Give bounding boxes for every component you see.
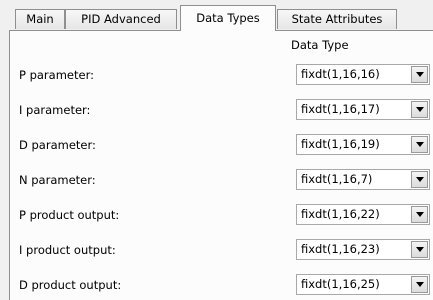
dropdown-value: fixdt(1,16,22) bbox=[301, 207, 380, 221]
dropdown-value: fixdt(1,16,23) bbox=[301, 242, 380, 256]
dropdown-value: fixdt(1,16,7) bbox=[301, 172, 373, 186]
tab-strip: Main PID Advanced Data Types State Attri… bbox=[0, 0, 433, 31]
tab-label: PID Advanced bbox=[81, 12, 161, 26]
p-parameter-datatype-dropdown[interactable]: fixdt(1,16,16) bbox=[296, 64, 430, 85]
n-parameter-datatype-dropdown[interactable]: fixdt(1,16,7) bbox=[296, 169, 430, 190]
tab-state-attributes[interactable]: State Attributes bbox=[277, 9, 397, 29]
row-label-d-parameter: D parameter: bbox=[19, 138, 96, 152]
i-product-output-datatype-dropdown[interactable]: fixdt(1,16,23) bbox=[296, 239, 430, 260]
d-product-output-datatype-dropdown[interactable]: fixdt(1,16,25) bbox=[296, 274, 430, 295]
p-product-output-datatype-dropdown[interactable]: fixdt(1,16,22) bbox=[296, 204, 430, 225]
dropdown-value: fixdt(1,16,17) bbox=[301, 102, 380, 116]
chevron-down-icon[interactable] bbox=[411, 101, 428, 118]
chevron-down-icon[interactable] bbox=[411, 171, 428, 188]
row-label-i-product-output: I product output: bbox=[19, 243, 116, 257]
chevron-down-icon[interactable] bbox=[411, 241, 428, 258]
row-label-n-parameter: N parameter: bbox=[19, 173, 96, 187]
tab-main[interactable]: Main bbox=[15, 9, 65, 29]
row-label-p-parameter: P parameter: bbox=[19, 68, 94, 82]
row-label-i-parameter: I parameter: bbox=[19, 103, 91, 117]
tab-data-types[interactable]: Data Types bbox=[180, 5, 276, 31]
i-parameter-datatype-dropdown[interactable]: fixdt(1,16,17) bbox=[296, 99, 430, 120]
chevron-down-icon[interactable] bbox=[411, 136, 428, 153]
tab-label: State Attributes bbox=[291, 12, 383, 26]
column-header-data-type: Data Type bbox=[291, 38, 349, 52]
d-parameter-datatype-dropdown[interactable]: fixdt(1,16,19) bbox=[296, 134, 430, 155]
row-label-d-product-output: D product output: bbox=[19, 278, 122, 292]
tab-label: Main bbox=[26, 12, 54, 26]
row-label-p-product-output: P product output: bbox=[19, 208, 120, 222]
tab-pid-advanced[interactable]: PID Advanced bbox=[65, 9, 177, 29]
chevron-down-icon[interactable] bbox=[411, 66, 428, 83]
chevron-down-icon[interactable] bbox=[411, 276, 428, 293]
dropdown-value: fixdt(1,16,19) bbox=[301, 137, 380, 151]
chevron-down-icon[interactable] bbox=[411, 206, 428, 223]
dropdown-value: fixdt(1,16,16) bbox=[301, 67, 380, 81]
dropdown-value: fixdt(1,16,25) bbox=[301, 277, 380, 291]
tab-label: Data Types bbox=[196, 11, 260, 25]
